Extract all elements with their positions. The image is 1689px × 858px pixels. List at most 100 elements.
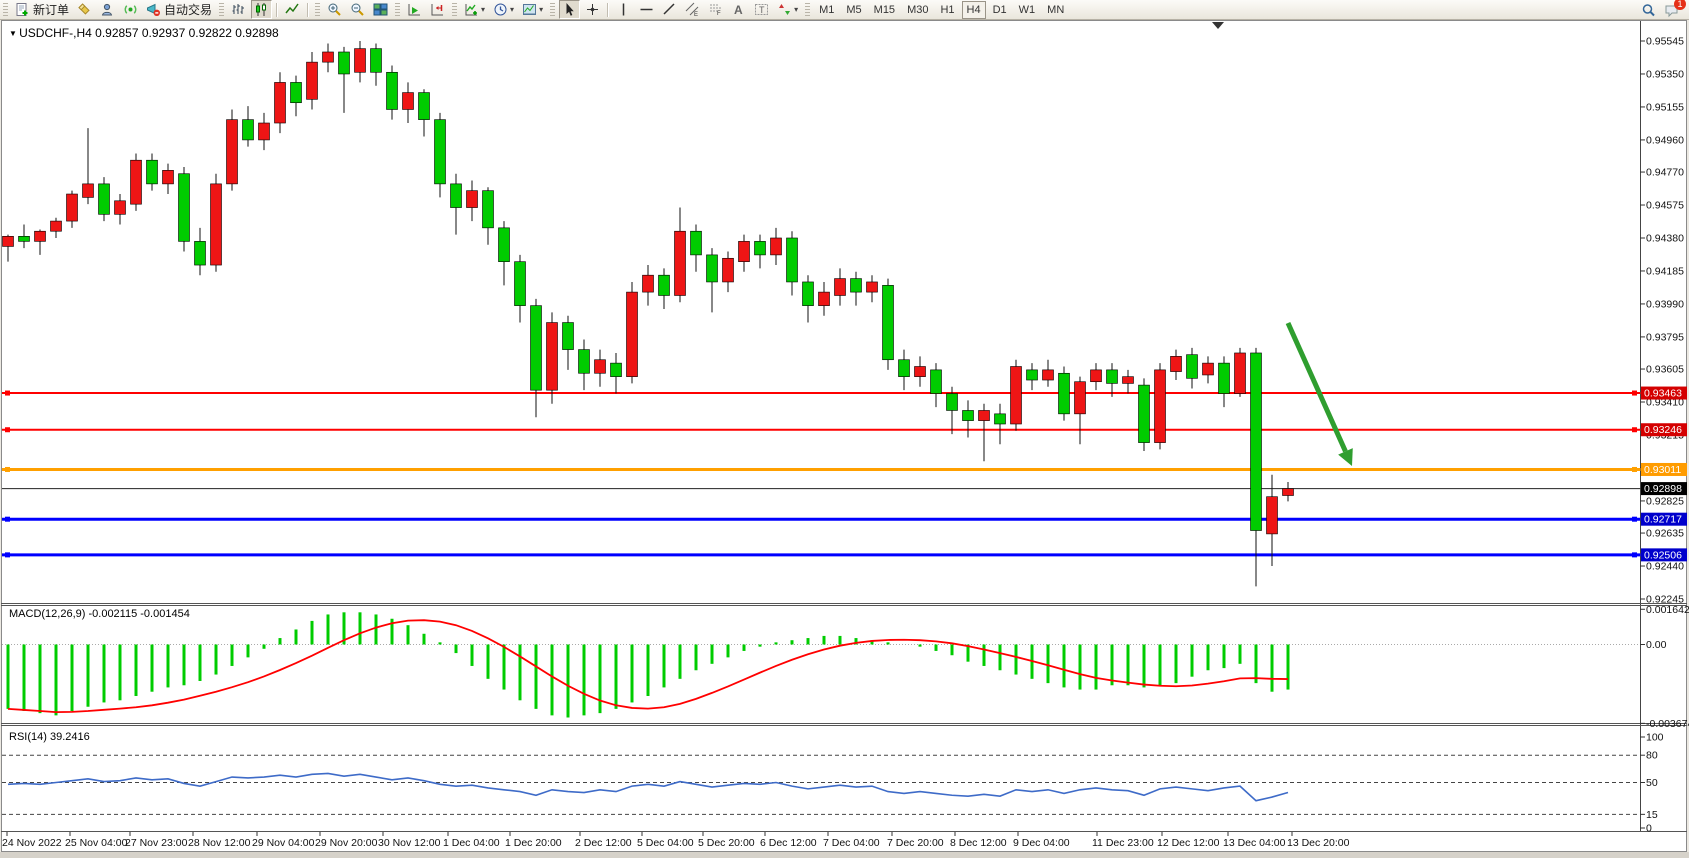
timeframe-m15-button[interactable]: M15 bbox=[869, 1, 900, 19]
community-profile-button[interactable] bbox=[97, 0, 118, 19]
hline-anchor[interactable] bbox=[1632, 552, 1637, 557]
candle-body bbox=[835, 279, 846, 296]
timeframe-h1-button[interactable]: H1 bbox=[935, 1, 959, 19]
fibonacci-button[interactable]: F bbox=[705, 0, 726, 19]
timeframe-w1-button[interactable]: W1 bbox=[1014, 1, 1041, 19]
time-tick-label: 5 Dec 04:00 bbox=[637, 837, 694, 849]
toolbar-drag-handle[interactable] bbox=[219, 3, 224, 16]
indicators-button[interactable]: ▾ bbox=[461, 0, 488, 19]
hline-anchor[interactable] bbox=[5, 391, 10, 396]
timeframe-d1-button[interactable]: D1 bbox=[988, 1, 1012, 19]
time-tick-label: 1 Dec 04:00 bbox=[443, 837, 500, 849]
candle-body bbox=[419, 93, 430, 120]
zoom-in-icon bbox=[327, 2, 342, 17]
zoom-in-button[interactable] bbox=[324, 0, 345, 19]
timeframe-m5-button[interactable]: M5 bbox=[841, 1, 866, 19]
text-label-button[interactable]: T bbox=[751, 0, 772, 19]
candle-body bbox=[451, 184, 462, 208]
search-button[interactable] bbox=[1638, 1, 1659, 20]
hline-anchor[interactable] bbox=[1632, 391, 1637, 396]
candle-body bbox=[3, 236, 14, 246]
timeframe-m1-button[interactable]: M1 bbox=[814, 1, 839, 19]
price-tick-label: 0.92635 bbox=[1646, 528, 1684, 540]
crosshair-button[interactable] bbox=[582, 0, 603, 19]
pane-frames bbox=[1, 21, 1687, 832]
candle-body bbox=[1283, 489, 1294, 496]
time-tick-label: 11 Dec 23:00 bbox=[1092, 837, 1154, 849]
text-label-icon: T bbox=[754, 2, 769, 17]
templates-icon bbox=[522, 2, 537, 17]
text-button[interactable]: A bbox=[728, 0, 749, 19]
templates-button[interactable]: ▾ bbox=[519, 0, 546, 19]
notifications-button[interactable]: 1 bbox=[1661, 1, 1682, 20]
candle-body bbox=[851, 279, 862, 293]
svg-text:T: T bbox=[759, 5, 765, 15]
toolbar-drag-handle[interactable] bbox=[550, 3, 555, 16]
toolbar-drag-handle[interactable] bbox=[452, 3, 457, 16]
candle-body bbox=[227, 120, 238, 184]
line-chart-button[interactable] bbox=[282, 0, 303, 19]
candle-body bbox=[883, 285, 894, 359]
horizontal-line-button[interactable] bbox=[636, 0, 657, 19]
price-chart[interactable]: 0.955450.953500.951550.949600.947700.945… bbox=[0, 0, 1689, 858]
price-tick-label: 0.94380 bbox=[1646, 232, 1684, 244]
hline-anchor[interactable] bbox=[5, 467, 10, 472]
zoom-out-button[interactable] bbox=[347, 0, 368, 19]
timeframe-mn-button[interactable]: MN bbox=[1042, 1, 1069, 19]
notification-count-badge: 1 bbox=[1674, 0, 1686, 10]
trend-line-button[interactable] bbox=[659, 0, 680, 19]
auto-scroll-button[interactable] bbox=[404, 0, 425, 19]
candle-body bbox=[403, 93, 414, 110]
equidistant-channel-icon: E bbox=[685, 2, 700, 17]
timeframe-m30-button[interactable]: M30 bbox=[902, 1, 933, 19]
tile-windows-button[interactable] bbox=[370, 0, 391, 19]
price-tick-label: 0.94185 bbox=[1646, 265, 1684, 277]
periods-button[interactable]: ▾ bbox=[490, 0, 517, 19]
chart-shift-button[interactable] bbox=[427, 0, 448, 19]
time-tick-label: 1 Dec 20:00 bbox=[505, 837, 562, 849]
time-tick-label: 13 Dec 04:00 bbox=[1223, 837, 1286, 849]
vertical-line-button[interactable] bbox=[613, 0, 634, 19]
hline-anchor[interactable] bbox=[1632, 467, 1637, 472]
timeframe-h4-button[interactable]: H4 bbox=[962, 1, 986, 19]
new-order-button[interactable]: 新订单 bbox=[12, 0, 72, 19]
cursor-button[interactable] bbox=[559, 0, 580, 19]
candle-body bbox=[1171, 356, 1182, 371]
toolbar-drag-handle[interactable] bbox=[3, 3, 8, 16]
candle-body bbox=[755, 241, 766, 255]
candle-body bbox=[931, 370, 942, 394]
rsi-axis-label: 100 bbox=[1646, 732, 1664, 744]
signals-button[interactable] bbox=[120, 0, 141, 19]
candle-body bbox=[867, 282, 878, 292]
price-tick-label: 0.93990 bbox=[1646, 298, 1684, 310]
equidistant-channel-button[interactable]: E bbox=[682, 0, 703, 19]
candle-body bbox=[35, 231, 46, 241]
candle-body bbox=[819, 292, 830, 306]
toolbar-drag-handle[interactable] bbox=[805, 3, 810, 16]
horizontal-level-lines[interactable] bbox=[2, 391, 1641, 558]
candle-body bbox=[19, 236, 30, 241]
hline-anchor[interactable] bbox=[5, 552, 10, 557]
candle-body bbox=[195, 241, 206, 265]
candles-layer bbox=[3, 41, 1294, 586]
auto-trading-button[interactable]: 自动交易 bbox=[143, 0, 215, 19]
bar-chart-button[interactable] bbox=[228, 0, 249, 19]
metaeditor-button[interactable] bbox=[74, 0, 95, 19]
time-tick-label: 6 Dec 12:00 bbox=[760, 837, 817, 849]
candlestick-chart-button[interactable] bbox=[251, 0, 272, 19]
time-axis: 24 Nov 202225 Nov 04:0027 Nov 23:0028 No… bbox=[2, 832, 1350, 849]
candle-body bbox=[435, 120, 446, 184]
arrows-button[interactable]: ▾ bbox=[774, 0, 801, 19]
hline-anchor[interactable] bbox=[5, 427, 10, 432]
macd-axis-label: -0.003674 bbox=[1646, 718, 1689, 730]
annotation-arrow-shaft[interactable] bbox=[1288, 323, 1345, 451]
toolbar-separator bbox=[307, 3, 309, 17]
toolbar-drag-handle[interactable] bbox=[315, 3, 320, 16]
new-order-icon bbox=[15, 2, 30, 17]
toolbar-drag-handle[interactable] bbox=[395, 3, 400, 16]
hline-anchor[interactable] bbox=[1632, 427, 1637, 432]
svg-text:A: A bbox=[734, 3, 743, 17]
candle-body bbox=[1139, 385, 1150, 442]
hline-anchor[interactable] bbox=[1632, 517, 1637, 522]
hline-anchor[interactable] bbox=[5, 517, 10, 522]
